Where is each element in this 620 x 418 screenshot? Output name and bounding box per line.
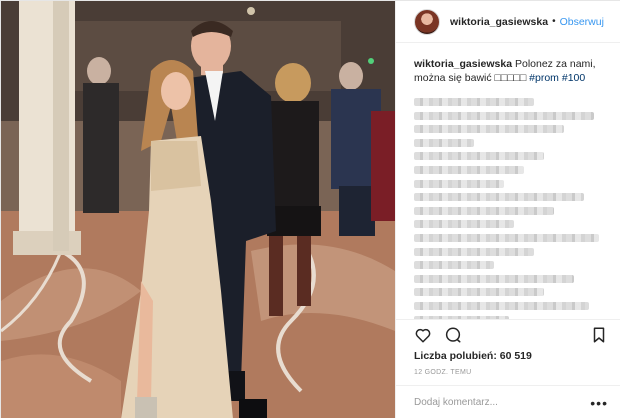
post-header: wiktoria_gasiewska • Obserwuj: [396, 1, 620, 43]
blurred-comment: [414, 95, 606, 109]
blurred-comment: [414, 204, 606, 218]
bookmark-icon[interactable]: [588, 324, 610, 346]
avatar[interactable]: [414, 8, 440, 35]
blurred-comment: [414, 258, 606, 272]
blurred-comment: [414, 190, 606, 204]
add-comment-bar: •••: [396, 385, 620, 418]
username-link[interactable]: wiktoria_gasiewska: [450, 16, 548, 28]
heart-icon[interactable]: [412, 324, 434, 346]
blurred-comment: [414, 272, 606, 286]
post-side-panel: wiktoria_gasiewska • Obserwuj wiktoria_g…: [395, 1, 620, 418]
blurred-comment: [414, 122, 606, 136]
likes-count[interactable]: Liczba polubień: 60 519: [414, 350, 532, 362]
blurred-comment: [414, 149, 606, 163]
blurred-comments: [414, 95, 606, 319]
blurred-comment: [414, 163, 606, 177]
comment-input[interactable]: [414, 397, 591, 408]
blurred-comment: [414, 245, 606, 259]
post-caption: wiktoria_gasiewska Polonez za nami, możn…: [414, 57, 606, 85]
post-actions: [396, 319, 620, 349]
post-timestamp[interactable]: 12 GODZ. TEMU: [414, 369, 471, 376]
comments-section[interactable]: wiktoria_gasiewska Polonez za nami, możn…: [396, 43, 620, 319]
blurred-comment: [414, 217, 606, 231]
hashtag-prom[interactable]: #prom: [529, 72, 559, 84]
post-photo[interactable]: [1, 1, 395, 418]
follow-button[interactable]: Obserwuj: [560, 16, 604, 28]
caption-username[interactable]: wiktoria_gasiewska: [414, 58, 512, 70]
blurred-comment: [414, 109, 606, 123]
hashtag-100[interactable]: #100: [562, 72, 585, 84]
blurred-comment: [414, 136, 606, 150]
blurred-comment: [414, 299, 606, 313]
blurred-comment: [414, 285, 606, 299]
blurred-comment: [414, 177, 606, 191]
instagram-post: wiktoria_gasiewska • Obserwuj wiktoria_g…: [0, 0, 620, 418]
comment-icon[interactable]: [442, 324, 464, 346]
more-options-icon[interactable]: •••: [590, 396, 608, 410]
separator-dot: •: [552, 16, 556, 27]
photo-image: [1, 1, 395, 418]
blurred-comment: [414, 231, 606, 245]
